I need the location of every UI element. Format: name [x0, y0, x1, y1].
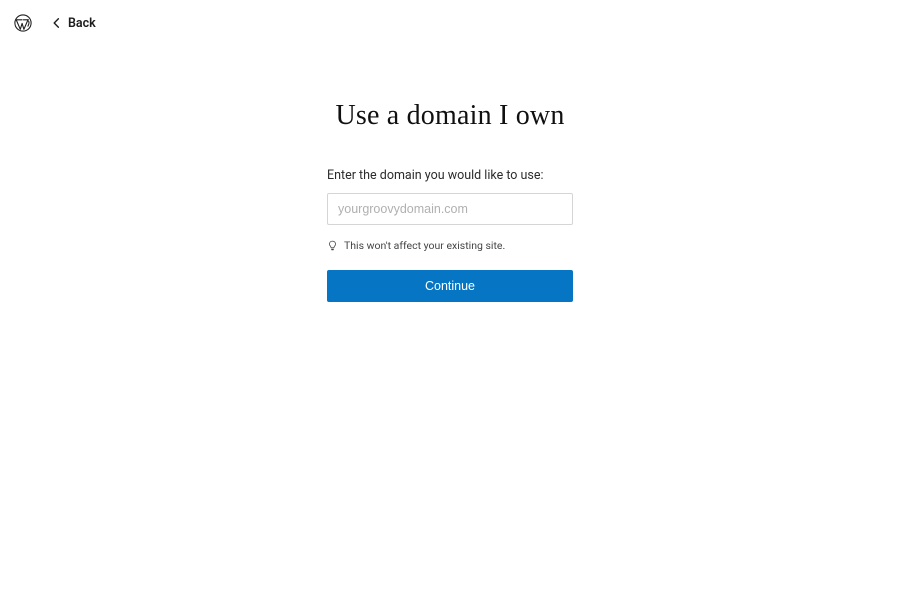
page-title: Use a domain I own — [327, 100, 573, 132]
continue-button[interactable]: Continue — [327, 270, 573, 302]
domain-input[interactable] — [327, 193, 573, 225]
main-content: Use a domain I own Enter the domain you … — [327, 100, 573, 302]
chevron-left-icon — [50, 16, 64, 30]
wordpress-logo-icon — [14, 14, 32, 32]
header: Back — [0, 0, 900, 46]
hint-row: This won't affect your existing site. — [327, 239, 573, 252]
lightbulb-icon — [327, 240, 338, 251]
domain-input-label: Enter the domain you would like to use: — [327, 168, 573, 183]
back-button[interactable]: Back — [50, 16, 96, 31]
back-label: Back — [68, 16, 96, 31]
hint-text: This won't affect your existing site. — [344, 239, 505, 252]
